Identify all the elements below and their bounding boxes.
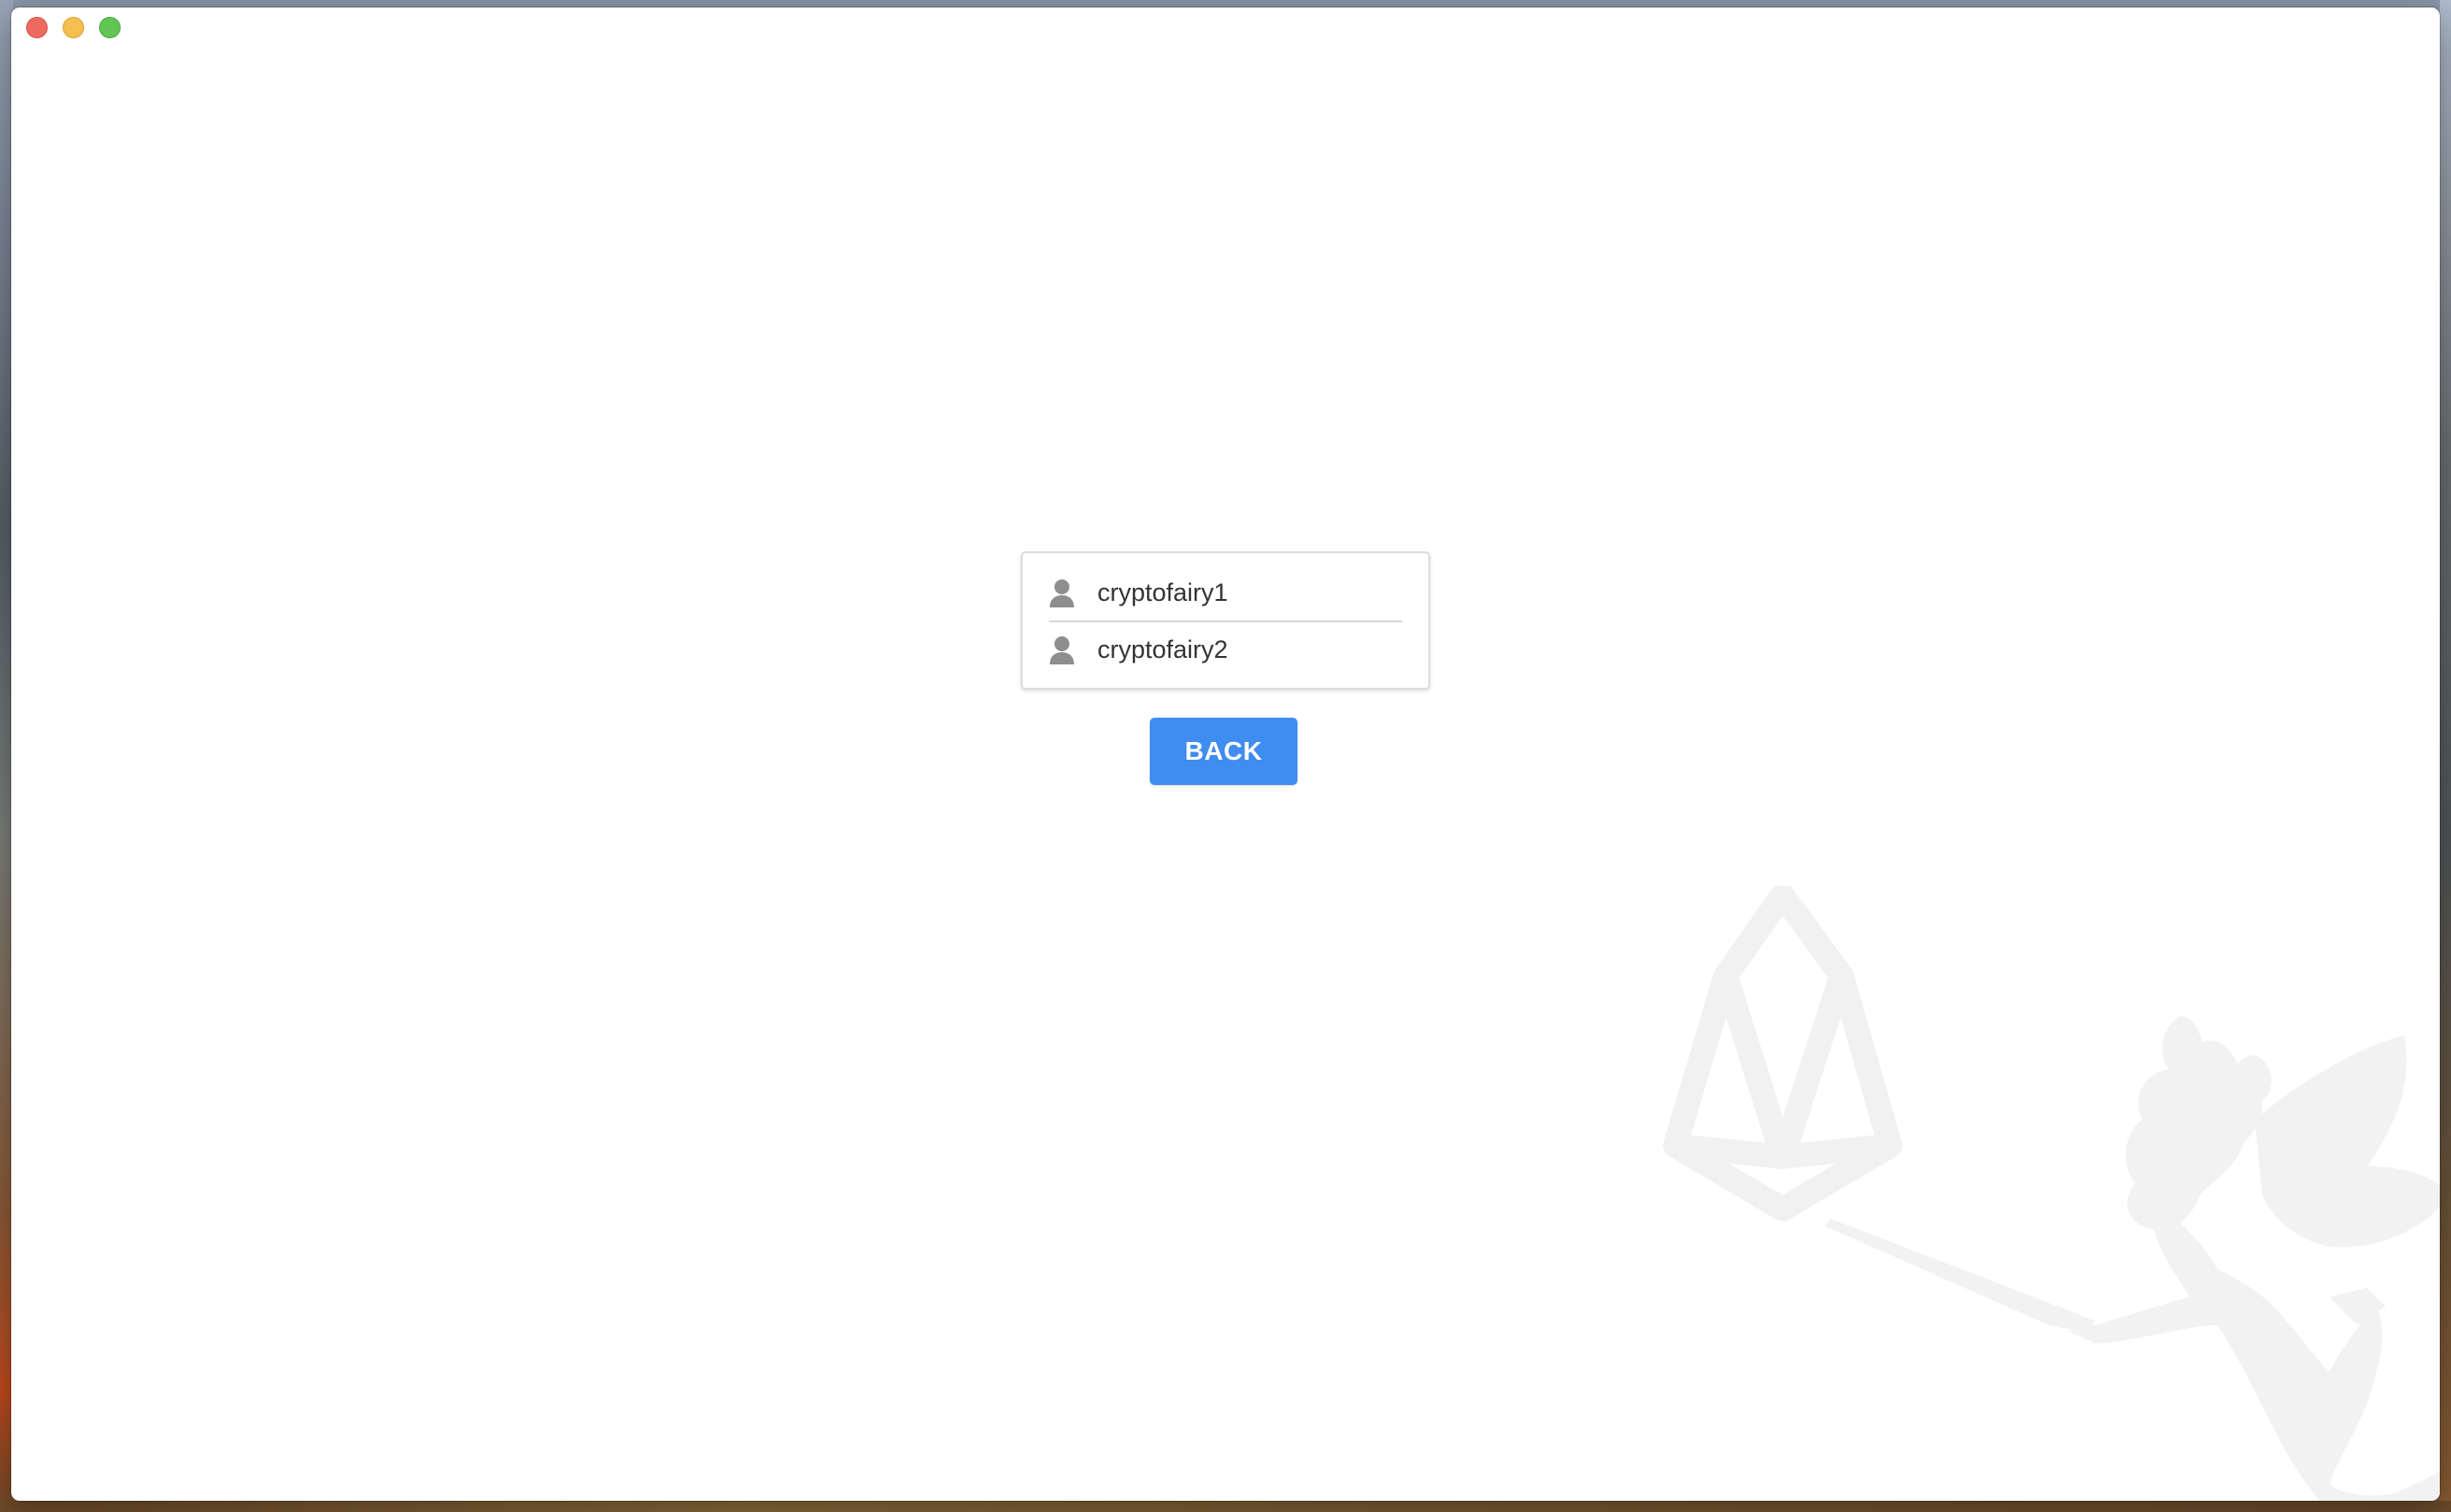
account-name: cryptofairy2 bbox=[1097, 635, 1228, 663]
desktop-wallpaper-right bbox=[2440, 0, 2451, 1512]
app-window: cryptofairy1 cryptofairy2 BACK bbox=[11, 7, 2440, 1501]
account-list: cryptofairy1 cryptofairy2 bbox=[1021, 551, 1430, 690]
minimize-window-button[interactable] bbox=[63, 17, 84, 38]
window-controls bbox=[26, 17, 121, 38]
close-window-button[interactable] bbox=[26, 17, 48, 38]
account-name: cryptofairy1 bbox=[1097, 578, 1228, 606]
user-icon bbox=[1050, 578, 1074, 607]
back-button[interactable]: BACK bbox=[1150, 718, 1297, 785]
account-item-cryptofairy2[interactable]: cryptofairy2 bbox=[1049, 622, 1402, 678]
eos-fairy-watermark-icon bbox=[1663, 886, 2440, 1501]
account-item-cryptofairy1[interactable]: cryptofairy1 bbox=[1049, 565, 1402, 622]
zoom-window-button[interactable] bbox=[99, 17, 121, 38]
desktop-wallpaper-bottom bbox=[0, 1501, 2451, 1512]
user-icon bbox=[1050, 635, 1074, 664]
